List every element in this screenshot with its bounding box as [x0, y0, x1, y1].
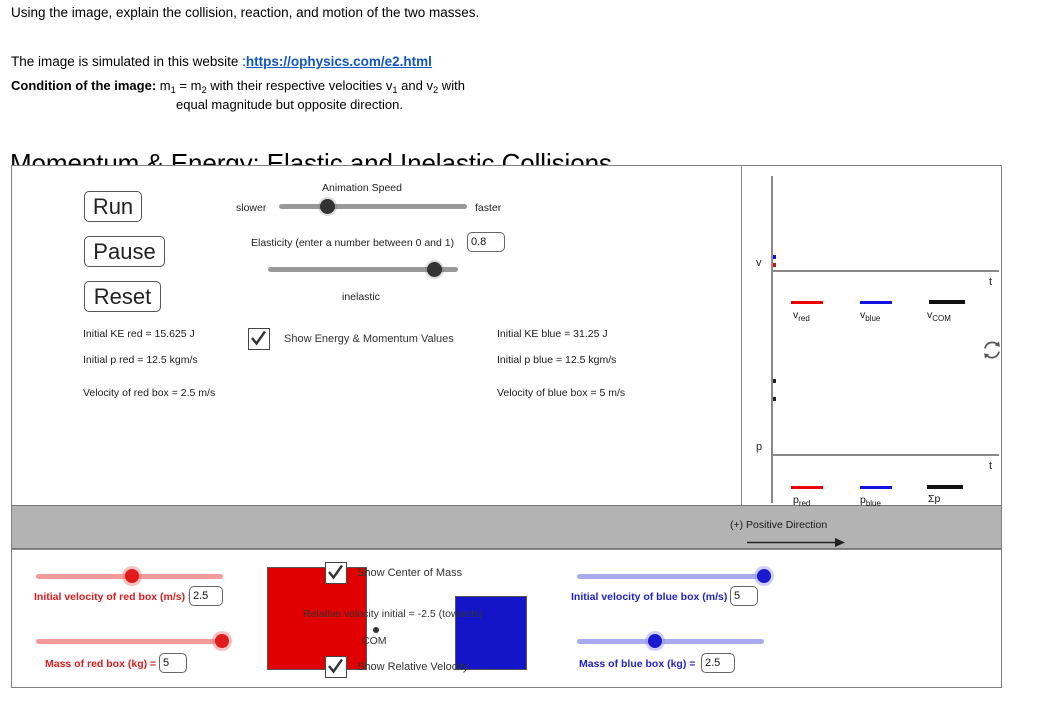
faster-label: faster — [475, 202, 502, 214]
run-button[interactable]: Run — [84, 191, 142, 222]
condition-line-2: equal magnitude but opposite direction. — [176, 97, 403, 112]
pause-button[interactable]: Pause — [84, 236, 165, 267]
blue-mass-slider-track[interactable] — [577, 639, 764, 644]
condition-b: = m — [175, 78, 202, 93]
legend-label-v-red: vred — [793, 309, 810, 323]
condition-a: m — [156, 78, 171, 93]
blue-mass-label: Mass of blue box (kg) = — [579, 658, 696, 670]
animation-speed-label: Animation Speed — [322, 182, 402, 194]
legend-swatch-p-red — [791, 486, 823, 489]
v-axis-line — [771, 176, 773, 346]
p-axis-line — [771, 338, 773, 503]
legend-swatch-p-blue — [860, 486, 892, 489]
elasticity-slider-knob[interactable] — [427, 262, 442, 277]
slower-label: slower — [236, 202, 267, 214]
condition-sub-2: 2 — [201, 85, 207, 95]
red-velocity-input[interactable] — [189, 586, 223, 606]
check-icon — [328, 564, 343, 580]
blue-velocity-label: Initial velocity of blue box (m/s) = — [571, 591, 737, 603]
v-graph-t-axis-label: t — [989, 276, 993, 288]
red-mass-slider-knob[interactable] — [215, 634, 229, 648]
red-mass-input[interactable] — [159, 653, 187, 673]
p-red-blue-datapoint — [773, 397, 776, 401]
relative-velocity-value: Relative velocity initial = -2.5 (toward… — [303, 608, 483, 620]
simulation-panel: Run Pause Reset Animation Speed slower f… — [11, 165, 1002, 688]
condition-sub-3: 1 — [392, 85, 398, 95]
v-axis-label: v — [756, 257, 762, 269]
ophysics-link[interactable]: https://ophysics.com/e2.html — [246, 54, 432, 69]
v-blue-datapoint — [773, 255, 776, 259]
condition-c: with their respective velocities v — [206, 78, 393, 93]
red-velocity-slider-knob[interactable] — [125, 569, 139, 583]
blue-mass-slider-knob[interactable] — [648, 634, 662, 648]
animation-speed-slider-track[interactable] — [279, 204, 467, 209]
initial-p-red: Initial p red = 12.5 kgm/s — [83, 354, 198, 366]
condition-line: Condition of the image: m1 = m2 with the… — [11, 78, 465, 95]
p-graph-time-axis-line — [771, 454, 999, 456]
initial-ke-blue: Initial KE blue = 31.25 J — [497, 328, 608, 340]
refresh-icon[interactable] — [981, 339, 1002, 361]
elasticity-input[interactable] — [467, 232, 505, 252]
center-of-mass-label: COM — [362, 635, 387, 647]
condition-sub-4: 2 — [432, 85, 439, 95]
reset-button[interactable]: Reset — [84, 281, 161, 312]
condition-d: and v — [397, 78, 433, 93]
show-relative-velocity-checkbox[interactable] — [325, 656, 347, 678]
intro-source-line: The image is simulated in this website :… — [11, 54, 432, 69]
p-graph-t-axis-label: t — [989, 460, 993, 472]
center-of-mass-dot — [373, 627, 379, 633]
red-mass-slider-track[interactable] — [36, 639, 223, 644]
condition-label: Condition of the image: — [11, 78, 157, 93]
v-red-datapoint — [773, 263, 776, 267]
bottom-controls-divider — [12, 549, 1001, 550]
show-energy-momentum-checkbox[interactable] — [248, 328, 270, 350]
initial-p-blue: Initial p blue = 12.5 kgm/s — [497, 354, 617, 366]
legend-swatch-v-blue — [860, 301, 892, 304]
inelastic-label: inelastic — [342, 291, 380, 303]
legend-swatch-p-sum — [927, 485, 963, 489]
legend-label-v-blue: vblue — [860, 309, 881, 323]
show-center-of-mass-label: Show Center of Mass — [357, 567, 463, 579]
positive-direction-label: (+) Positive Direction — [730, 519, 828, 531]
check-icon — [251, 330, 266, 346]
blue-velocity-slider-knob[interactable] — [757, 569, 771, 583]
condition-sub-1: 1 — [170, 85, 176, 95]
red-velocity-label: Initial velocity of red box (m/s) = — [34, 591, 195, 603]
graph-panel-divider — [741, 166, 742, 505]
blue-velocity-slider-track[interactable] — [577, 574, 764, 579]
blue-velocity-input[interactable] — [730, 586, 758, 606]
v-graph-time-axis-line — [771, 270, 999, 272]
show-energy-momentum-label: Show Energy & Momentum Values — [284, 333, 454, 345]
positive-direction-arrow-icon — [747, 538, 845, 547]
legend-label-v-com: vCOM — [927, 309, 951, 323]
p-axis-label: p — [756, 441, 763, 453]
legend-swatch-v-red — [791, 301, 823, 304]
legend-label-p-sum: Σp — [928, 493, 941, 505]
legend-label-p-red: pred — [793, 494, 811, 508]
blue-mass-input[interactable] — [701, 653, 735, 673]
check-icon — [328, 658, 343, 674]
intro-source-prefix: The image is simulated in this website : — [11, 54, 246, 69]
p-sum-datapoint — [773, 379, 776, 383]
legend-label-p-blue: pblue — [860, 494, 881, 508]
velocity-red: Velocity of red box = 2.5 m/s — [83, 387, 216, 399]
initial-ke-red: Initial KE red = 15.625 J — [83, 328, 195, 340]
show-relative-velocity-label: Show Relative Velocity — [357, 661, 469, 673]
legend-swatch-v-com — [929, 300, 965, 304]
velocity-blue: Velocity of blue box = 5 m/s — [497, 387, 626, 399]
animation-speed-slider-knob[interactable] — [320, 199, 335, 214]
red-mass-label: Mass of red box (kg) = — [45, 658, 157, 670]
elasticity-label: Elasticity (enter a number between 0 and… — [251, 237, 455, 249]
intro-question: Using the image, explain the collision, … — [11, 5, 480, 20]
show-center-of-mass-checkbox[interactable] — [325, 562, 347, 584]
condition-e: with — [438, 78, 465, 93]
ground-strip — [12, 505, 1001, 549]
